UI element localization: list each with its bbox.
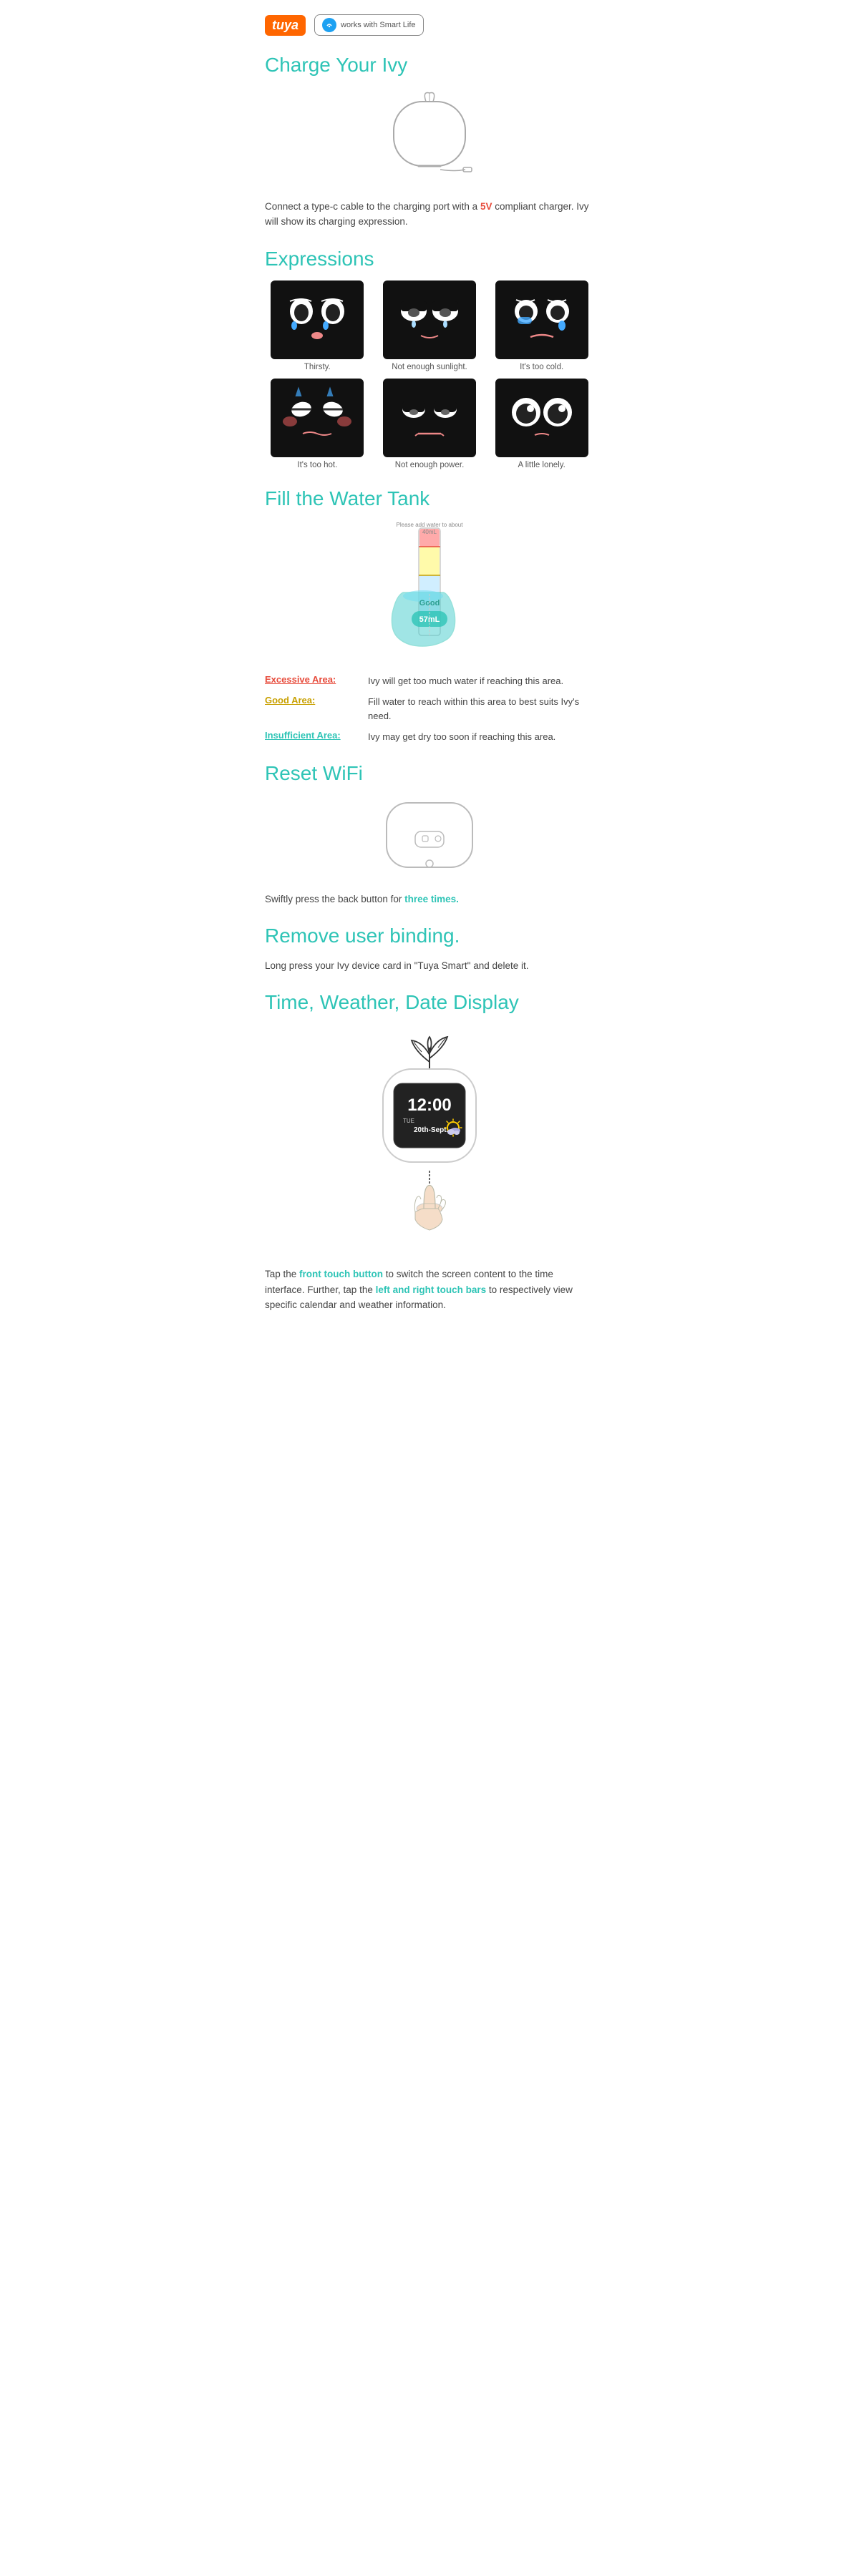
- expression-label-cold: It's too cold.: [520, 363, 563, 371]
- expression-label-sunlight: Not enough sunlight.: [392, 363, 467, 371]
- expression-face-hot: [271, 379, 364, 457]
- water-tank-section-title: Fill the Water Tank: [265, 487, 594, 511]
- expression-face-sunlight: [383, 280, 476, 359]
- reset-wifi-section-title: Reset WiFi: [265, 761, 594, 786]
- reset-wifi-description: Swiftly press the back button for three …: [265, 892, 594, 907]
- wifi-image: [265, 796, 594, 882]
- expressions-section-title: Expressions: [265, 247, 594, 271]
- time-weather-section-title: Time, Weather, Date Display: [265, 990, 594, 1015]
- smart-life-label: works with Smart Life: [341, 21, 416, 29]
- legend-good: Good Area: Fill water to reach within th…: [265, 695, 594, 723]
- charge-section-title: Charge Your Ivy: [265, 53, 594, 77]
- remove-binding-description: Long press your Ivy device card in "Tuya…: [265, 958, 594, 974]
- expression-label-thirsty: Thirsty.: [304, 363, 331, 371]
- expression-thirsty: Thirsty.: [265, 280, 370, 371]
- legend-excessive-desc: Ivy will get too much water if reaching …: [368, 674, 563, 688]
- svg-text:20th-Sept.: 20th-Sept.: [414, 1126, 449, 1134]
- expression-lonely: A little lonely.: [489, 379, 594, 469]
- expressions-grid: Thirsty. Not enough sunlight.: [265, 280, 594, 469]
- expression-face-thirsty: [271, 280, 364, 359]
- smart-life-icon: [322, 18, 336, 32]
- legend-good-label: Good Area:: [265, 695, 358, 706]
- lr-touch-highlight: left and right touch bars: [376, 1284, 487, 1295]
- time-weather-description: Tap the front touch button to switch the…: [265, 1267, 594, 1313]
- water-tank-image: Good 57mL Please add water to about 40mL: [265, 521, 594, 664]
- expression-face-power: [383, 379, 476, 457]
- legend-excessive-label: Excessive Area:: [265, 674, 358, 685]
- svg-text:Please add water to about: Please add water to about: [397, 522, 464, 528]
- front-touch-highlight: front touch button: [299, 1269, 383, 1279]
- svg-text:12:00: 12:00: [407, 1096, 451, 1115]
- legend-insufficient-label: Insufficient Area:: [265, 730, 358, 741]
- expression-label-power: Not enough power.: [395, 461, 465, 469]
- three-times-highlight: three times.: [404, 894, 459, 904]
- charge-image: [265, 87, 594, 187]
- tuya-logo-text: tuya: [272, 18, 299, 33]
- expression-label-lonely: A little lonely.: [518, 461, 566, 469]
- smart-life-badge: works with Smart Life: [314, 14, 424, 36]
- ivy-device-svg: [372, 87, 487, 187]
- tuya-logo: tuya: [265, 15, 306, 36]
- expression-sunlight: Not enough sunlight.: [377, 280, 482, 371]
- svg-text:TUE: TUE: [403, 1118, 414, 1124]
- header: tuya works with Smart Life: [265, 14, 594, 36]
- svg-text:40mL: 40mL: [422, 529, 437, 535]
- expression-face-lonely: [495, 379, 588, 457]
- legend-excessive: Excessive Area: Ivy will get too much wa…: [265, 674, 594, 688]
- expression-face-cold: [495, 280, 588, 359]
- legend-good-desc: Fill water to reach within this area to …: [368, 695, 594, 723]
- expression-power: Not enough power.: [377, 379, 482, 469]
- legend-insufficient: Insufficient Area: Ivy may get dry too s…: [265, 730, 594, 744]
- expression-label-hot: It's too hot.: [297, 461, 337, 469]
- expression-hot: It's too hot.: [265, 379, 370, 469]
- time-weather-image: 12:00 TUE 20th-Sept.: [265, 1026, 594, 1255]
- charge-description: Connect a type-c cable to the charging p…: [265, 199, 594, 230]
- expression-cold: It's too cold.: [489, 280, 594, 371]
- legend-insufficient-desc: Ivy may get dry too soon if reaching thi…: [368, 730, 555, 744]
- remove-binding-title: Remove user binding.: [265, 924, 594, 948]
